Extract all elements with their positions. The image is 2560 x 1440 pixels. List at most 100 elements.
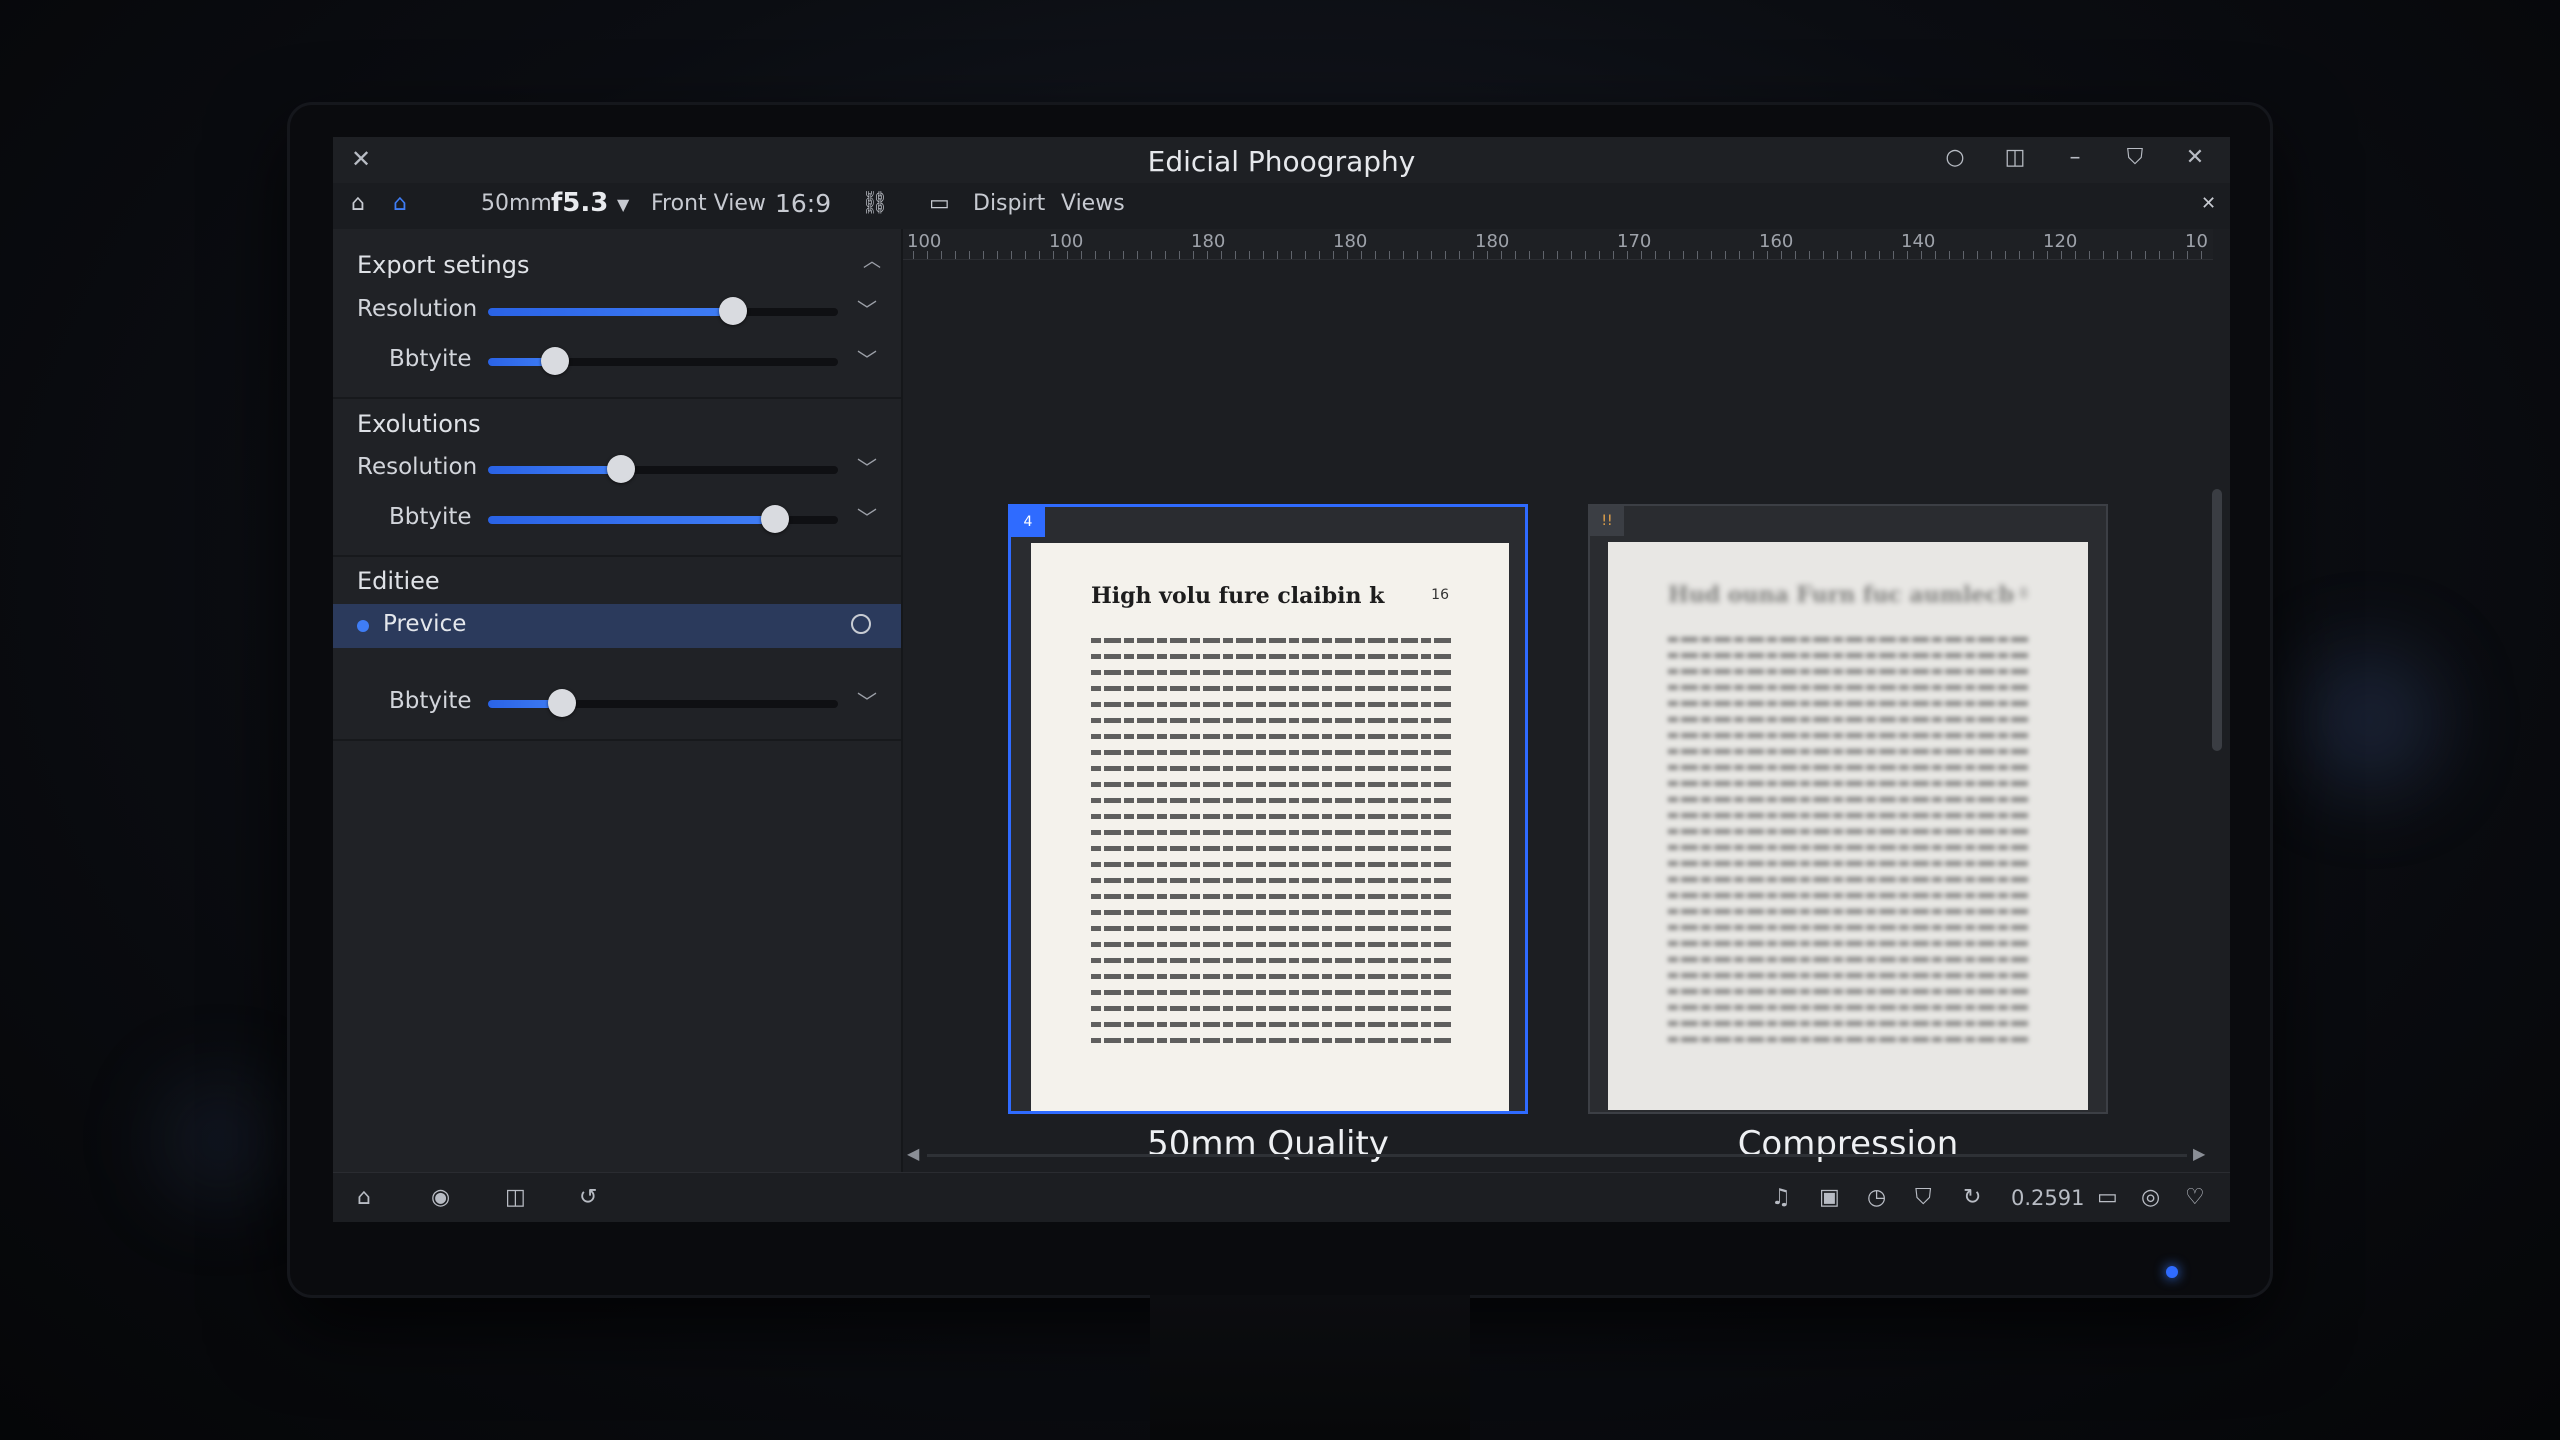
split-view-icon[interactable]: ◫ (2000, 145, 2030, 170)
radio-circle-icon[interactable] (851, 614, 871, 634)
minimize-icon[interactable]: – (2060, 145, 2090, 170)
bitrate-slider[interactable] (488, 505, 838, 533)
resolution-slider[interactable] (488, 455, 838, 483)
chevron-down-icon[interactable]: ﹀ (857, 452, 877, 481)
ruler-tick (2089, 251, 2090, 259)
aspect-ratio[interactable]: 16:9 (775, 189, 831, 218)
ruler-tick (2033, 251, 2034, 259)
ruler-tick (1249, 251, 1250, 259)
ruler-tick (1389, 251, 1390, 259)
bitrate-slider[interactable] (488, 347, 838, 375)
ruler-tick (1291, 251, 1292, 259)
scroll-right-icon[interactable]: ▶ (2193, 1144, 2205, 1163)
background-glow (160, 1080, 280, 1200)
ruler-tick (1263, 251, 1264, 259)
monitor-icon[interactable]: ▣ (1819, 1185, 1840, 1210)
slider-label: Bbtyite (389, 346, 472, 372)
title-bar: ✕ Edicial Phoography ○ ◫ – ⛉ ✕ (333, 137, 2230, 184)
preview-panel-compression[interactable]: !! Hud ouna Furn fuc aumlecb 8 (1588, 504, 2108, 1114)
record-icon[interactable]: ◉ (431, 1185, 450, 1210)
document-page: Hud ouna Furn fuc aumlecb 8 (1608, 542, 2088, 1110)
bell-icon[interactable]: ♫ (1771, 1185, 1791, 1210)
circle-icon[interactable]: ○ (1940, 145, 1970, 170)
preview-panel-quality[interactable]: 4 High volu fure claibin k 16 (1008, 504, 1528, 1114)
chevron-down-icon[interactable]: ﹀ (857, 502, 877, 531)
ruler-tick (1445, 251, 1446, 259)
panel-badge: 4 (1011, 507, 1045, 537)
ruler-tick (1557, 251, 1558, 259)
ruler-tick (1025, 251, 1026, 259)
home-icon[interactable]: ⌂ (357, 1185, 371, 1210)
home-outline-icon[interactable]: ⌂ (351, 191, 365, 216)
ruler-label: 170 (1617, 231, 1652, 252)
vertical-scrollbar[interactable] (2212, 489, 2222, 751)
ruler-tick (1137, 251, 1138, 259)
link-icon[interactable]: ⛓ (861, 191, 889, 216)
heart-icon[interactable]: ♡ (2185, 1185, 2205, 1210)
chevron-down-icon[interactable]: ﹀ (857, 686, 877, 715)
chat-icon[interactable]: ▭ (2097, 1185, 2118, 1210)
ruler-tick (1571, 251, 1572, 259)
preview-toggle-row[interactable]: Previce (333, 604, 901, 648)
settings-sidebar: Export setings ︿ Resolution ﹀ Bbtyite ﹀ … (333, 229, 903, 1172)
divider (333, 555, 901, 557)
ruler-tick (1053, 251, 1054, 259)
chevron-down-icon[interactable]: ▼ (617, 195, 629, 214)
bitrate-slider[interactable] (488, 689, 838, 717)
ruler-tick (1977, 251, 1978, 259)
slider-knob[interactable] (761, 505, 789, 533)
ruler-tick (2187, 251, 2188, 259)
slider-row: Bbtyite ﹀ (333, 684, 901, 724)
horizontal-scrollbar[interactable]: ◀ ▶ (903, 1144, 2213, 1166)
page-heading: High volu fure claibin k (1091, 583, 1385, 609)
close-window-icon[interactable]: ✕ (2180, 145, 2210, 170)
display-icon[interactable]: ▭ (929, 191, 950, 216)
slider-knob[interactable] (607, 455, 635, 483)
aperture-value[interactable]: f5.3 (551, 188, 608, 218)
slider-row: Bbtyite ﹀ (333, 500, 901, 540)
panel-badge: !! (1590, 506, 1624, 536)
slider-knob[interactable] (719, 297, 747, 325)
slider-knob[interactable] (540, 347, 569, 375)
page-number: 16 (1431, 587, 1449, 603)
ruler-tick (2131, 251, 2132, 259)
ruler-tick (1277, 251, 1278, 259)
display-menu[interactable]: Dispirt (973, 191, 1045, 216)
ruler-tick (2145, 251, 2146, 259)
lens-select[interactable]: 50mm (481, 191, 552, 216)
ruler-label: 10 (2185, 231, 2208, 252)
refresh-icon[interactable]: ↻ (1963, 1185, 1981, 1210)
ruler-tick (1221, 251, 1222, 259)
chevron-down-icon[interactable]: ﹀ (857, 294, 877, 323)
ruler-tick (1081, 251, 1082, 259)
ruler-tick (1823, 251, 1824, 259)
chevron-down-icon[interactable]: ﹀ (857, 344, 877, 373)
shield-icon[interactable]: ⛉ (2120, 145, 2150, 170)
ruler-tick (1235, 251, 1236, 259)
slider-knob[interactable] (547, 689, 576, 717)
app-window: ✕ Edicial Phoography ○ ◫ – ⛉ ✕ ⌂ ⌂ 50mm … (333, 137, 2230, 1222)
scroll-track[interactable] (927, 1154, 2187, 1157)
ruler-tick (1613, 251, 1614, 259)
ruler-label: 100 (907, 231, 942, 252)
ruler-tick (1697, 251, 1698, 259)
settings-icon[interactable]: ◎ (2141, 1185, 2160, 1210)
views-menu[interactable]: Views (1061, 191, 1125, 216)
resolution-slider[interactable] (488, 297, 838, 325)
ruler-tick (2117, 251, 2118, 259)
text-lines (1091, 627, 1451, 1054)
close-panel-icon[interactable]: ✕ (2201, 193, 2216, 214)
undo-icon[interactable]: ↺ (579, 1185, 597, 1210)
book-icon[interactable]: ◫ (505, 1185, 526, 1210)
clock-icon[interactable]: ◷ (1867, 1185, 1886, 1210)
ruler-tick (955, 251, 956, 259)
chevron-up-icon[interactable]: ︿ (863, 247, 881, 273)
ruler-tick (1641, 251, 1642, 259)
ruler-tick (927, 251, 928, 259)
shield-check-icon[interactable]: ⛉ (1915, 1185, 1932, 1210)
ruler-tick (1431, 251, 1432, 259)
view-select[interactable]: Front View (651, 191, 766, 216)
ruler-tick (1795, 251, 1796, 259)
scroll-left-icon[interactable]: ◀ (907, 1144, 919, 1163)
home-icon[interactable]: ⌂ (393, 191, 407, 216)
